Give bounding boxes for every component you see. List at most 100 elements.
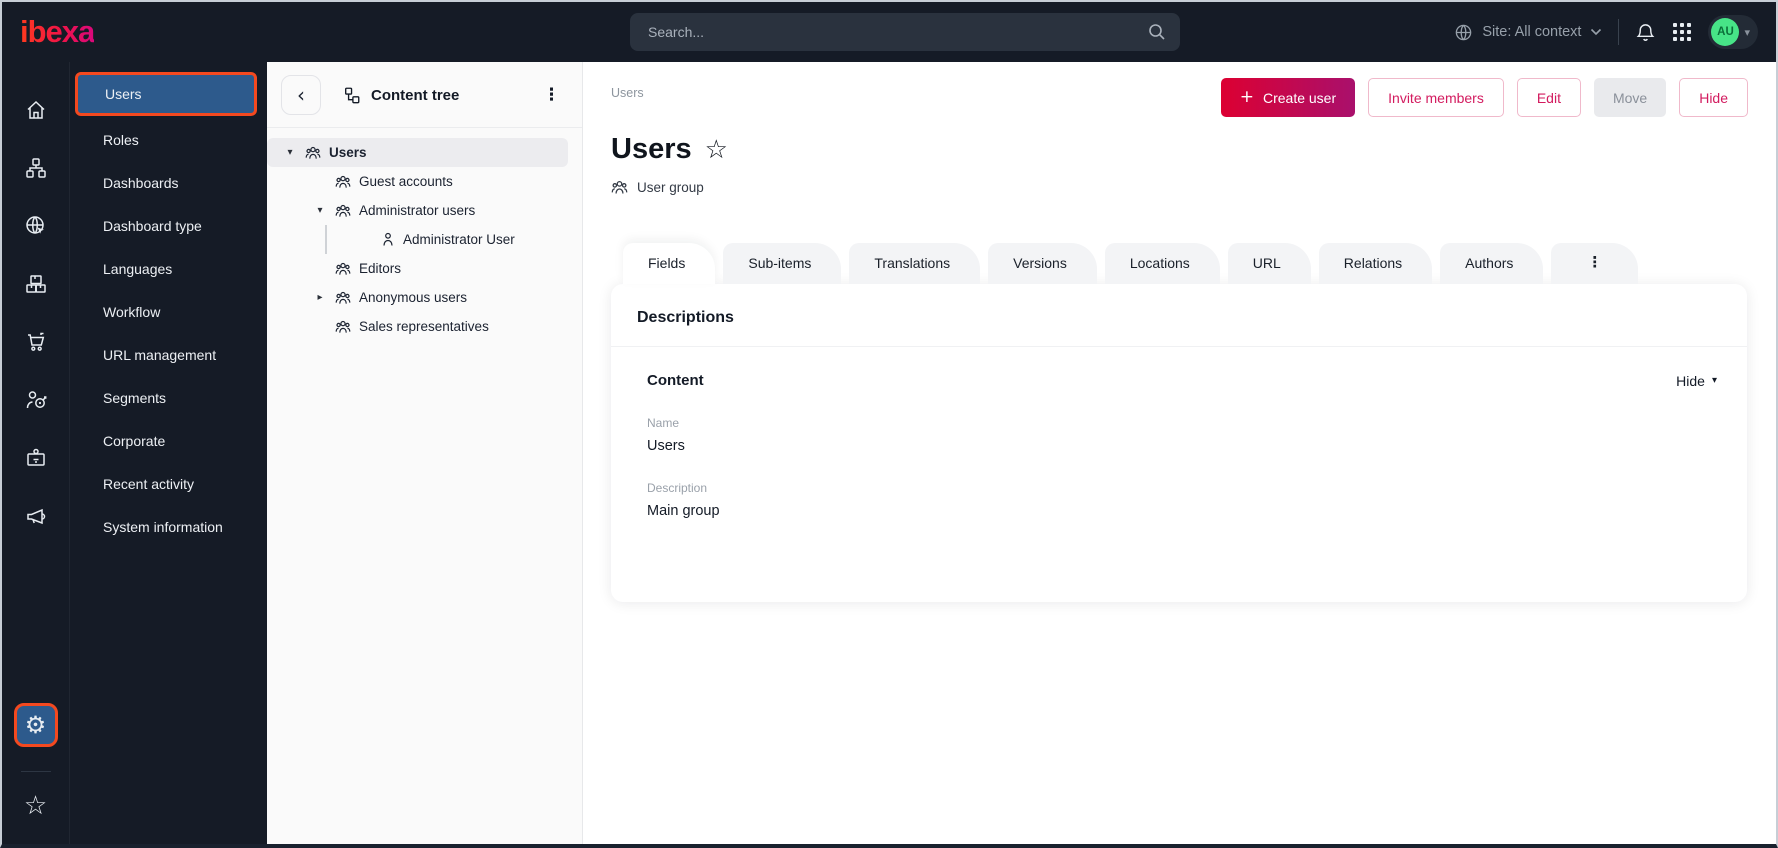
chevron-down-icon [1590,28,1602,36]
notifications-bell-icon[interactable] [1635,22,1656,43]
sidebar-item-system-information[interactable]: System information [70,505,267,548]
sidebar-item-workflow[interactable]: Workflow [70,290,267,333]
search-icon [1148,23,1166,41]
site-structure-icon[interactable] [14,146,58,190]
user-menu[interactable]: AU ▾ [1708,15,1758,49]
field-name: Name Users [611,416,1747,454]
user-group-icon [335,261,351,277]
section-heading: Content [647,372,704,389]
products-boxes-icon[interactable] [14,262,58,306]
sidebar-item-roles[interactable]: Roles [70,118,267,161]
site-context-selector[interactable]: Site: All context [1454,23,1602,42]
tab-translations[interactable]: Translations [849,243,981,284]
user-group-icon [611,179,628,196]
search-input[interactable] [630,13,1180,51]
home-icon[interactable] [14,88,58,132]
field-value: Main group [647,503,720,519]
sidebar-item-url-management[interactable]: URL management [70,333,267,376]
tree-node-editors[interactable]: Editors [267,254,572,283]
tab-sub-items[interactable]: Sub-items [723,243,842,284]
field-description: Description Main group [611,481,1747,519]
globe-icon [1454,23,1473,42]
invite-members-button[interactable]: Invite members [1368,78,1504,117]
tab-bar: Fields Sub-items Translations Versions L… [611,243,1748,284]
icon-rail: ⚙ ☆ [2,62,70,844]
app-grid-icon[interactable] [1672,22,1692,42]
tab-more-kebab-icon[interactable]: ⋮ [1551,243,1639,284]
sidebar-item-users[interactable]: Users [75,72,257,116]
caret-right-icon[interactable]: ▸ [313,292,327,303]
tab-fields[interactable]: Fields [623,243,716,284]
sidebar-item-recent-activity[interactable]: Recent activity [70,462,267,505]
topbar-right-cluster: Site: All context AU ▾ [1454,15,1758,49]
tree-node-administrator-user[interactable]: Administrator User [267,225,572,254]
main-content: Users + Create user Invite members Edit … [583,62,1776,844]
tab-versions[interactable]: Versions [988,243,1097,284]
tree-node-guest-accounts[interactable]: Guest accounts [267,167,572,196]
site-context-label: Site: All context [1482,24,1582,40]
edit-button[interactable]: Edit [1516,78,1581,117]
fields-card: Descriptions Content Hide ▾ Name Users D… [611,284,1747,602]
app-window: ibexa Site: All context [0,0,1778,848]
content-tree-title: Content tree [343,86,459,104]
bookmarks-star-icon[interactable]: ☆ [14,784,58,828]
tab-authors[interactable]: Authors [1440,243,1544,284]
caret-down-icon[interactable]: ▾ [313,205,327,216]
breadcrumb[interactable]: Users [611,78,644,100]
tree-node-administrator-users[interactable]: ▾ Administrator users [267,196,572,225]
field-value: Users [647,438,685,454]
content-type-label: User group [637,180,704,195]
bookmark-star-icon[interactable]: ☆ [705,137,728,163]
rail-divider [20,771,51,772]
tab-locations[interactable]: Locations [1104,243,1220,284]
card-heading: Descriptions [637,309,734,326]
sidebar-item-dashboards[interactable]: Dashboards [70,161,267,204]
content-type-row: User group [611,179,1748,196]
rail-bottom-group: ⚙ ☆ [13,703,58,844]
user-group-icon [305,145,321,161]
hide-button[interactable]: Hide [1679,78,1748,117]
personalization-target-icon[interactable] [14,378,58,422]
tab-url[interactable]: URL [1227,243,1311,284]
admin-sidebar: Users Roles Dashboards Dashboard type La… [70,62,267,844]
sidebar-item-corporate[interactable]: Corporate [70,419,267,462]
admin-gear-icon[interactable]: ⚙ [13,703,58,747]
tree-node-anonymous-users[interactable]: ▸ Anonymous users [267,283,572,312]
plus-icon: + [1239,87,1254,107]
content-tree-panel: ‹ Content tree ⋮ ▾ Users Guest accounts … [267,62,583,844]
user-group-icon [335,319,351,335]
avatar: AU [1711,18,1740,46]
sidebar-item-dashboard-type[interactable]: Dashboard type [70,204,267,247]
field-label: Name [647,416,680,430]
sidebar-item-languages[interactable]: Languages [70,247,267,290]
tree-kebab-menu-icon[interactable]: ⋮ [537,83,566,108]
user-icon [381,232,395,247]
web-globe-icon[interactable] [14,204,58,248]
marketing-megaphone-icon[interactable] [14,494,58,538]
user-group-icon [335,203,351,219]
field-label: Description [647,481,708,495]
content-tree-icon [343,86,361,104]
global-search [630,13,1180,51]
page-title: Users [611,133,692,165]
content-tree-body: ▾ Users Guest accounts ▾ Administrator u… [267,128,582,341]
action-buttons: + Create user Invite members Edit Move H… [1220,78,1748,117]
main-header: Users + Create user Invite members Edit … [611,78,1748,117]
sidebar-item-segments[interactable]: Segments [70,376,267,419]
create-user-button[interactable]: + Create user [1220,78,1356,117]
ibexa-logo[interactable]: ibexa [20,14,95,50]
corporate-badge-icon[interactable] [14,436,58,480]
user-group-icon [335,174,351,190]
chevron-down-icon: ▾ [1744,25,1750,39]
tab-relations[interactable]: Relations [1318,243,1433,284]
content-section-header: Content Hide ▾ [611,347,1747,389]
collapse-tree-button[interactable]: ‹ [281,75,321,115]
tree-node-sales-representatives[interactable]: Sales representatives [267,312,572,341]
hide-section-toggle[interactable]: Hide ▾ [1676,373,1717,389]
move-button[interactable]: Move [1593,78,1667,117]
tree-node-users[interactable]: ▾ Users [267,138,568,167]
caret-down-icon[interactable]: ▾ [283,147,297,158]
commerce-cart-icon[interactable] [14,320,58,364]
content-tree-header: ‹ Content tree ⋮ [267,62,582,127]
title-row: Users ☆ [611,133,1748,166]
